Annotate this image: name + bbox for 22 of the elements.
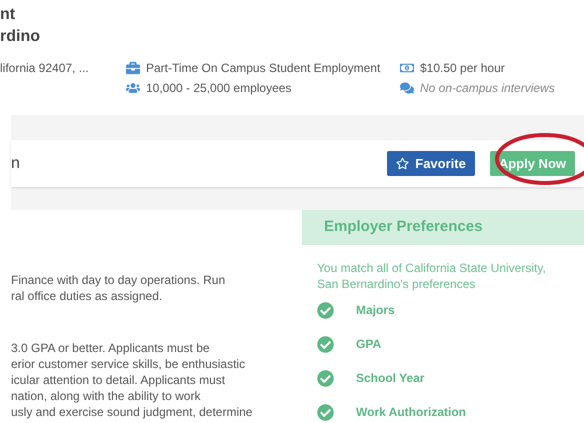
- detail-text: 10,000 - 25,000 employees: [146, 80, 292, 97]
- preference-label: School Year: [356, 370, 424, 387]
- location-text: lifornia 92407, ...: [0, 61, 89, 75]
- chat-bubbles-icon: [400, 81, 414, 95]
- preference-label: Majors: [356, 302, 395, 319]
- briefcase-icon: [126, 61, 140, 75]
- preference-label: Work Authorization: [356, 404, 466, 421]
- preferences-summary: You match all of California State University, San Bernardino's preferences: [316, 260, 547, 292]
- header-title: nt: [0, 5, 16, 25]
- detail-text: Part-Time On Campus Student Employment: [146, 60, 380, 77]
- description-paragraph: Finance with day to day operations. Run ral office duties as assigned.: [11, 272, 226, 304]
- favorite-button[interactable]: Favorite: [387, 151, 475, 176]
- preferences-title: Employer Preferences: [324, 217, 482, 238]
- description-paragraph: 3.0 GPA or better. Applicants must be erior customer service skills, be enthusiastic icular attention to detail. Applicants must nation, along with the ability to work usly and exercise sound judgment, determine: [11, 340, 252, 420]
- detail-text: No on-campus interviews: [420, 80, 555, 97]
- people-icon: [126, 81, 140, 95]
- money-bill-icon: [400, 61, 414, 75]
- job-title: n: [11, 154, 20, 174]
- preference-label: GPA: [356, 336, 382, 353]
- header-title: rdino: [0, 27, 40, 47]
- star-icon: [396, 157, 410, 170]
- detail-text: $10.50 per hour: [420, 60, 505, 77]
